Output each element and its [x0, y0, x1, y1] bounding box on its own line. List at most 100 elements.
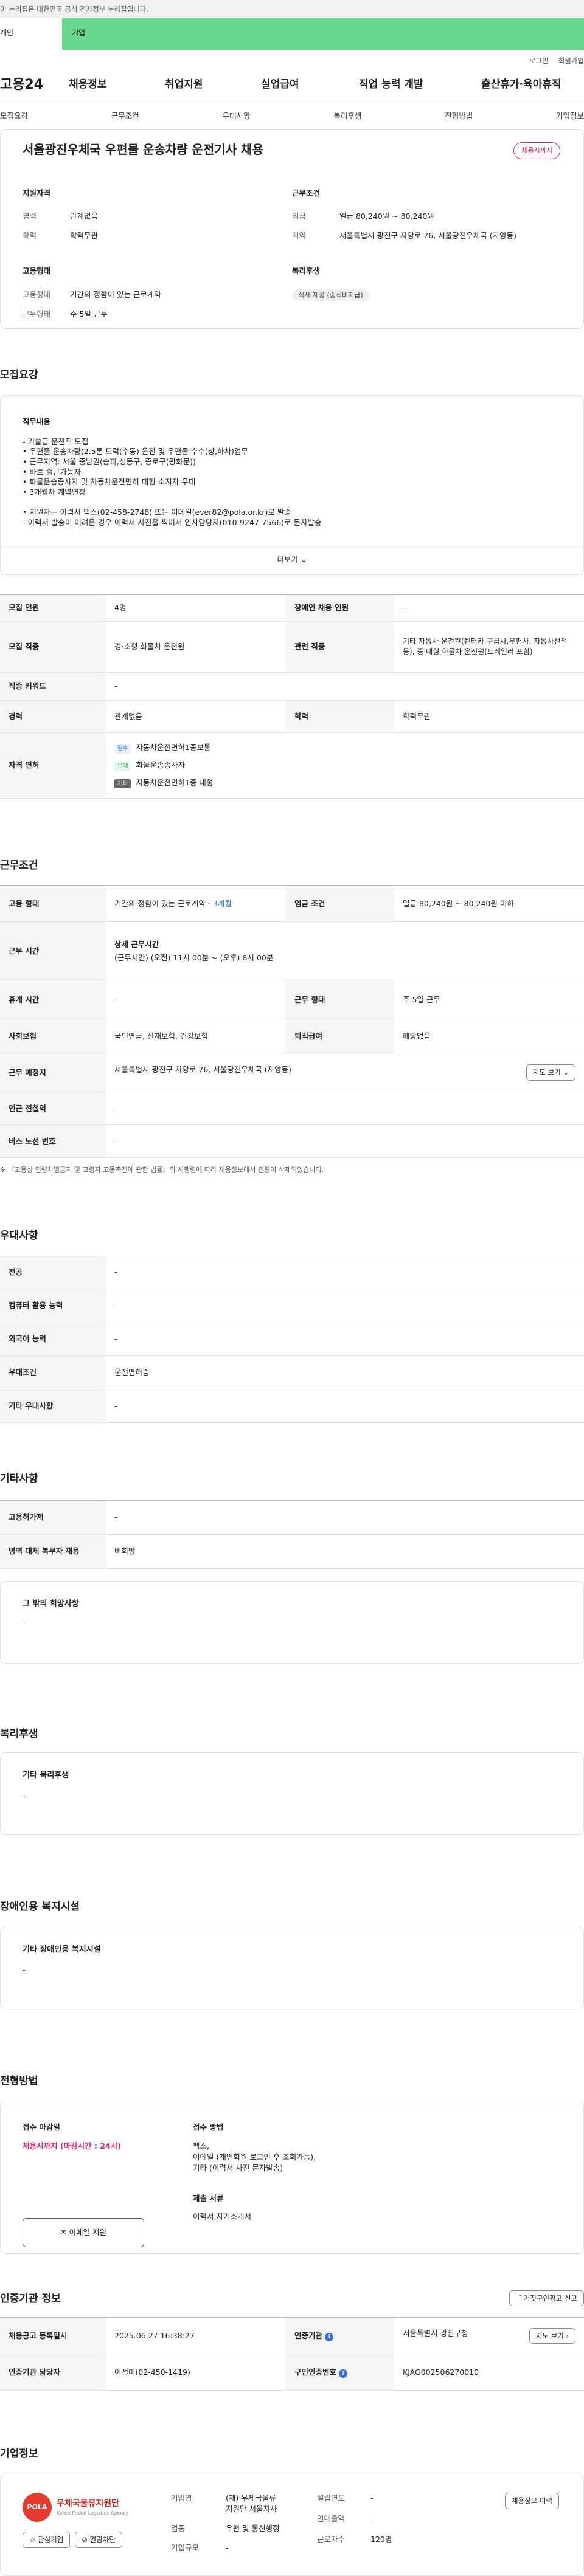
cert-org-label: 인증기관 i — [286, 2317, 394, 2355]
preference-table: 전공 - 컴퓨터 활용 능력 - 외국어 능력 - 우대조건 운전면허증 기타 우대사항… — [0, 1255, 584, 1423]
education-label: 학력 — [286, 700, 394, 733]
company-name-line: 지원단 서울지사 — [226, 2504, 277, 2514]
section-title-preference: 우대사항 — [0, 1230, 38, 1242]
cert-manager-label: 인증기관 담당자 — [0, 2354, 106, 2391]
work-time-label: 근무 시간 — [0, 921, 106, 981]
company-name-line: (재) 우체국물류 — [226, 2493, 276, 2503]
subway-label: 인근 전철역 — [0, 1092, 106, 1126]
more-button[interactable]: 더보기 ⌄ — [1, 546, 583, 574]
pref-condition-value: 운전면허증 — [106, 1355, 584, 1390]
sales-value: - — [370, 2514, 374, 2524]
emp-type-label: 고용 형태 — [0, 885, 106, 923]
section-title-etc: 기타사항 — [0, 1472, 38, 1485]
nav-unemployment-benefit[interactable]: 실업급여 — [261, 77, 359, 92]
deadline-value: 채용시까지 (마감시간 : 24시) — [23, 2141, 121, 2151]
block-company-button[interactable]: ⊘ 열람차단 — [75, 2532, 122, 2548]
desc-line: - 이력서 발송이 어려운 경우 이력서 사진을 찍어서 인사담당자(010-9… — [23, 517, 322, 527]
disability-box-value: - — [23, 1965, 26, 1974]
summary-value: 관계없음 — [70, 212, 99, 221]
welfare-box-value: - — [23, 1790, 26, 1800]
selection-deadline: 접수 마감일 채용시까지 (마감시간 : 24시) — [23, 2122, 193, 2233]
work-form-label: 근무 형태 — [286, 980, 394, 1020]
tab-recruit[interactable]: 모집요강 — [0, 111, 28, 128]
recruit-count-value: 4명 — [106, 594, 286, 622]
severance-label: 퇴직급여 — [286, 1019, 394, 1054]
disability-box-title: 기타 장애인용 복지시설 — [23, 1944, 101, 1954]
user-type-tabs: 개인 기업 — [0, 18, 584, 50]
job-description-title: 직무내용 — [23, 416, 51, 426]
report-fake-ad-button[interactable]: 🗋 거짓구인광고 신고 — [509, 2290, 584, 2307]
tab-personal[interactable]: 개인 — [0, 18, 62, 50]
deadline-badge: 채용시까지 — [513, 142, 560, 159]
email-apply-label: 이메일 지원 — [69, 2228, 106, 2237]
method-line: 팩스, — [193, 2141, 209, 2151]
signup-link[interactable]: 회원가입 — [558, 57, 584, 65]
site-logo[interactable]: 고용24 — [0, 75, 69, 95]
disabled-count-label: 장애인 채용 인원 — [286, 594, 394, 622]
cert-no-text: 구인인증번호 — [294, 2367, 337, 2377]
nav-jobs[interactable]: 채용정보 — [69, 77, 165, 92]
summary-value: 주 5일 근무 — [70, 309, 108, 319]
tab-selection[interactable]: 전형방법 — [445, 111, 473, 128]
hiring-history-button[interactable]: 채용정보 이력 — [504, 2493, 559, 2509]
bus-label: 버스 노선 번호 — [0, 1124, 106, 1159]
cert-map-button[interactable]: 지도 보기 › — [529, 2327, 575, 2344]
pref-other-value: - — [106, 1390, 584, 1423]
cert-map-label: 지도 보기 — [535, 2331, 564, 2340]
summary-value: 기간의 정함이 있는 근로계약 — [70, 289, 161, 299]
docs-heading: 제출 서류 — [193, 2193, 224, 2203]
info-icon[interactable]: i — [325, 2332, 334, 2341]
login-link[interactable]: 로그인 — [529, 57, 549, 65]
work-permit-label: 고용허가제 — [0, 1500, 106, 1535]
reg-date-value: 2025.06.27 16:38:27 — [106, 2317, 286, 2355]
company-name-value: (재) 우체국물류 지원단 서울지사 — [226, 2493, 277, 2515]
email-apply-button[interactable]: ✉ 이메일 지원 — [23, 2218, 144, 2248]
method-heading: 접수 방법 — [193, 2123, 224, 2132]
method-line: 기타 (이력서 사진 문자발송) — [193, 2163, 283, 2172]
nav-parental-leave[interactable]: 출산휴가·육아휴직 — [481, 77, 561, 92]
section-title-disability: 장애인용 복지시설 — [0, 1901, 80, 1913]
company-size-value: - — [226, 2543, 229, 2553]
insurance-value: 국민연금, 산재보험, 건강보험 — [106, 1019, 286, 1054]
related-job-label: 관련 직종 — [286, 621, 394, 673]
contract-period: 3개월 — [212, 898, 232, 908]
cert-table: 채용공고 등록일시 2025.06.27 16:38:27 인증기관 i 서울특별시 … — [0, 2317, 584, 2391]
license-other-badge: 기타 — [114, 779, 131, 789]
star-icon: ☆ — [29, 2535, 36, 2544]
summary-conditions-title: 근무조건 — [292, 188, 321, 198]
job-type-value: 경·소형 화물차 운전원 — [106, 621, 286, 673]
desc-line: - 기술급 운전직 모집 — [23, 436, 89, 446]
hiring-history-label: 채용정보 이력 — [511, 2496, 552, 2505]
job-keyword-value: - — [106, 672, 584, 701]
summary-welfare: 복리후생 식사 제공 (중식비지급) — [292, 266, 561, 301]
job-description-box: 직무내용 - 기술급 운전직 모집 • 우편물 운송차량(2.5톤 트럭(수동)… — [0, 394, 584, 575]
tab-conditions[interactable]: 근무조건 — [111, 111, 139, 128]
license-label: 자격 면허 — [0, 732, 106, 799]
pref-other-label: 기타 우대사항 — [0, 1390, 106, 1423]
tab-preference[interactable]: 우대사항 — [223, 111, 251, 128]
desc-line: • 화물운송종사자 및 자동차운전면허 대형 소지자 우대 — [23, 477, 196, 487]
company-logo-sub: Korea Postal Logistics Agency — [57, 2510, 129, 2516]
nav-training[interactable]: 직업 능력 개발 — [359, 77, 481, 92]
recruit-count-label: 모집 인원 — [0, 594, 106, 622]
info-icon[interactable]: ? — [339, 2369, 348, 2378]
global-nav: 고용24 채용정보 취업지원 실업급여 직업 능력 개발 출산휴가·육아휴직 — [0, 68, 584, 102]
favorite-company-button[interactable]: ☆ 관심기업 — [23, 2532, 71, 2548]
job-summary-card: 서울광진우체국 우편물 운송차량 운전기사 채용 채용시까지 지원자격 경력 관계… — [0, 129, 584, 329]
cert-no-label: 구인인증번호 ? — [286, 2354, 394, 2391]
subway-value: - — [106, 1092, 584, 1126]
tab-company[interactable]: 기업정보 — [556, 111, 584, 128]
favorite-company-label: 관심기업 — [37, 2535, 64, 2544]
summary-value: 서울특별시 광진구 자양로 76, 서울광진우체국 (자양동) — [339, 231, 517, 241]
summary-label: 경력 — [23, 212, 37, 221]
welfare-box-title: 기타 복리후생 — [23, 1771, 69, 1780]
tab-company[interactable]: 기업 — [62, 18, 584, 50]
license-name: 자동차운전면허1종보통 — [136, 742, 211, 752]
emp-type-value: 기간의 정함이 있는 근로계약 · 3개월 — [106, 885, 286, 923]
map-view-button[interactable]: 지도 보기 ⌄ — [526, 1064, 575, 1081]
tab-welfare[interactable]: 복리후생 — [333, 111, 361, 128]
more-label: 더보기 — [277, 554, 299, 564]
sales-label: 연매출액 — [317, 2514, 346, 2524]
desc-line: • 3개월차 계약연장 — [23, 487, 86, 497]
nav-employment-support[interactable]: 취업지원 — [165, 77, 261, 92]
